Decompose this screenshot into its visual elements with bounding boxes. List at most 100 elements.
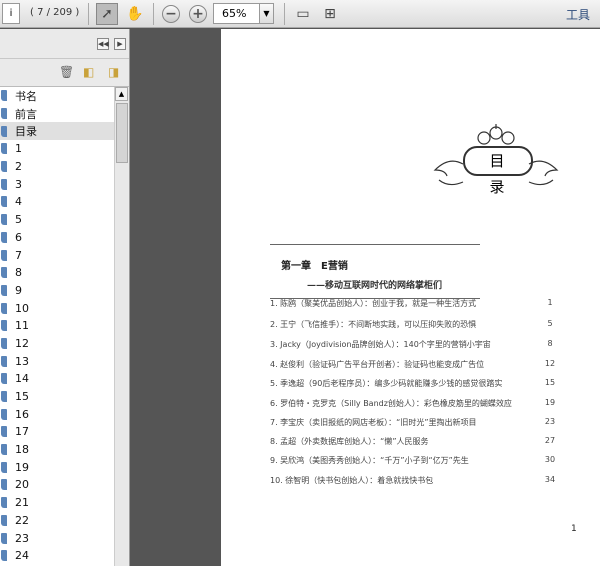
zoom-in-icon[interactable]: + [189,5,207,23]
bookmark-icon [1,196,7,208]
divider [88,3,89,25]
bookmark-item[interactable]: 12 [0,335,114,353]
toc-entry-text: 1. 陈鸥（聚美优品创始人）：创业于我，就是一种生活方式 [270,299,477,308]
divider [284,3,285,25]
bookmark-icon [1,108,7,120]
toc-entry[interactable]: 2. 王宁（飞信推手）：不间断地实践，可以压抑失败的恐惧 5 [270,319,570,331]
bookmark-options-icon[interactable]: ◨ [108,65,119,79]
toc-entry[interactable]: 9. 吴欣鸿（美图秀秀创始人）：“千万”小子到“亿万”先生 30 [270,455,570,467]
bookmark-item[interactable]: 23 [0,529,114,547]
toc-entry[interactable]: 8. 孟超（外卖数据库创始人）：“懒”人民服务 27 [270,436,570,448]
bookmark-item[interactable]: 2 [0,158,114,176]
bookmark-item[interactable]: 20 [0,476,114,494]
bookmark-item[interactable]: 10 [0,299,114,317]
bookmark-icon [1,514,7,526]
bookmark-label: 前言 [15,107,37,121]
scroll-thumb[interactable] [116,103,128,163]
collapse-panel-button[interactable]: ◀◀ [97,38,109,50]
bookmark-item[interactable]: 16 [0,405,114,423]
bookmark-label: 14 [15,372,29,386]
bookmark-label: 19 [15,460,29,474]
bookmark-item[interactable]: 22 [0,512,114,530]
toc-entry[interactable]: 7. 李宝庆（卖旧报纸的网店老板）：“旧时光”里掏出新项目 23 [270,417,570,429]
divider [270,244,480,245]
fit-page-icon[interactable]: ▭ [292,3,314,25]
bookmark-item[interactable]: 书名 [0,87,114,105]
bookmark-item[interactable]: 7 [0,246,114,264]
panel-toolbar: 🗑 ◧ ◨ [0,59,129,87]
bookmark-item[interactable]: 8 [0,264,114,282]
bookmark-item[interactable]: 19 [0,458,114,476]
toc-entry[interactable]: 6. 罗伯特・克罗克（Silly Bandz创始人）：彩色橡皮筋里的蝴蝶效应 19 [270,398,570,410]
bookmark-icon [1,231,7,243]
bookmark-icon [1,391,7,403]
toc-entry[interactable]: 5. 季逸超（90后老程序员）：编多少码就能赚多少钱的感觉很踏实 15 [270,378,570,390]
bookmark-icon [1,302,7,314]
bookmark-item[interactable]: 11 [0,317,114,335]
toc-entry[interactable]: 3. Jacky（Joydivision品牌创始人）：140个字里的营销小宇宙 8 [270,339,570,351]
toc-entry[interactable]: 4. 赵俊利（验证码广告平台开创者）：验证码也能变成广告位 12 [270,359,570,371]
select-tool-icon[interactable]: ➚ [96,3,118,25]
zoom-select[interactable]: 65% [213,3,265,24]
toc-entry-text: 2. 王宁（飞信推手）：不间断地实践，可以压抑失败的恐惧 [270,320,477,329]
bookmark-icon [1,161,7,173]
bookmark-item[interactable]: 4 [0,193,114,211]
bookmark-item[interactable]: 目录 [0,122,114,141]
bookmark-item[interactable]: 13 [0,352,114,370]
bookmark-icon [1,426,7,438]
toc-entry-page: 19 [544,398,556,407]
new-bookmark-icon[interactable]: ◧ [83,65,94,79]
chevron-down-icon[interactable]: ▼ [259,3,274,24]
bookmark-icon [1,479,7,491]
bookmark-list: 书名 前言 目录 1 2 3 4 5 6 7 8 9 10 11 12 13 14 15 16 17 18 19 20 21 2… [0,87,114,566]
hand-tool-icon[interactable]: ✋ [124,3,146,25]
zoom-out-icon[interactable]: − [162,5,180,23]
bookmark-item[interactable]: 5 [0,211,114,229]
bookmark-label: 23 [15,531,29,545]
bookmark-item[interactable]: 14 [0,370,114,388]
fit-width-icon[interactable]: ⊞ [319,3,341,25]
bookmarks-panel: ◀◀ ▶ 🗑 ◧ ◨ 书名 前言 目录 1 2 3 4 5 6 7 8 9 10 11 12 13 14 15 16… [0,29,130,566]
scroll-up-icon[interactable]: ▲ [115,87,128,101]
bookmark-label: 16 [15,407,29,421]
bookmark-item[interactable]: 3 [0,175,114,193]
page-number: 1 [571,524,577,534]
toc-entry-text: 5. 季逸超（90后老程序员）：编多少码就能赚多少钱的感觉很踏实 [270,379,503,388]
toc-title: 目 录 [463,146,533,196]
bookmark-icon [1,337,7,349]
bookmark-label: 11 [15,319,29,333]
divider [153,3,154,25]
bookmark-item[interactable]: 9 [0,282,114,300]
bookmark-item[interactable]: 17 [0,423,114,441]
toc-entry-text: 10. 徐智明（快书包创始人）：着急就找快书包 [270,476,434,485]
scrollbar[interactable]: ▲ [114,87,128,566]
toc-entry-text: 9. 吴欣鸿（美图秀秀创始人）：“千万”小子到“亿万”先生 [270,456,469,465]
bookmark-label: 9 [15,283,22,297]
bookmark-label: 5 [15,213,22,227]
chapter-heading: 第一章 E营销 [281,261,348,272]
expand-panel-button[interactable]: ▶ [114,38,126,50]
bookmark-item[interactable]: 21 [0,494,114,512]
bookmark-icon [1,444,7,456]
tools-button[interactable]: 工具 [566,6,590,23]
bookmark-icon [1,178,7,190]
bookmark-label: 21 [15,496,29,510]
chapter-subtitle: ——移动互联网时代的网络掌柜们 [307,281,443,291]
bookmark-icon [1,355,7,367]
page-count: ( 7 / 209 ) [30,7,80,18]
trash-icon[interactable]: 🗑 [59,65,74,79]
toc-entry-page: 5 [547,319,553,328]
toc-entry-page: 15 [544,378,556,387]
bookmark-label: 15 [15,390,29,404]
bookmark-item[interactable]: 24 [0,547,114,565]
bookmark-item[interactable]: 1 [0,140,114,158]
toc-entry[interactable]: 10. 徐智明（快书包创始人）：着急就找快书包 34 [270,475,570,487]
bookmark-item[interactable]: 15 [0,388,114,406]
bookmark-item[interactable]: 前言 [0,105,114,123]
bookmark-item[interactable]: 6 [0,229,114,247]
bookmark-item[interactable]: 18 [0,441,114,459]
page-input[interactable]: i [2,3,20,24]
bookmark-icon [1,284,7,296]
toolbar: i ( 7 / 209 ) ➚ ✋ − + 65% ▼ ▭ ⊞ 工具 [0,0,600,28]
toc-entry[interactable]: 1. 陈鸥（聚美优品创始人）：创业于我，就是一种生活方式 1 [270,298,570,310]
